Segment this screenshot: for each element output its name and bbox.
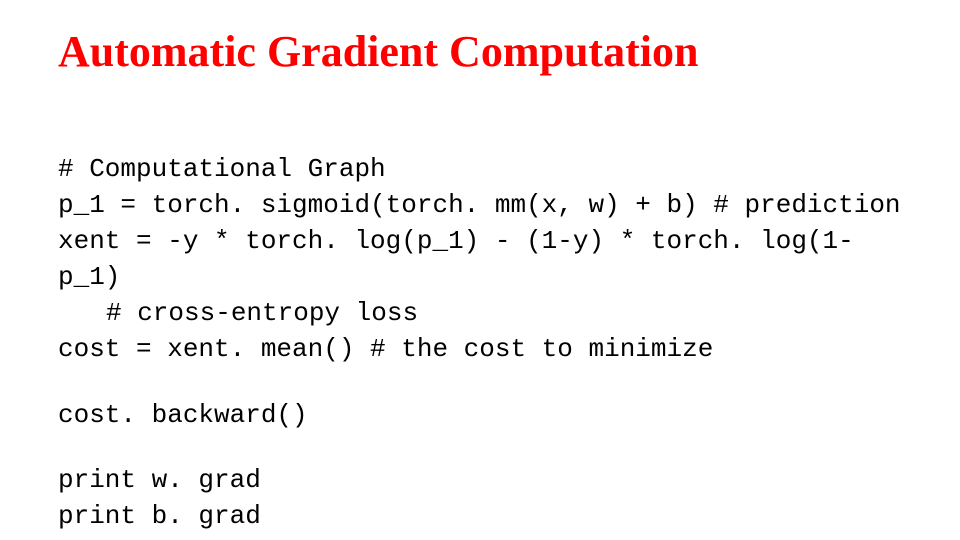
code-line-comment: # Computational Graph [58,154,386,184]
code-line: cost = xent. mean() # the cost to minimi… [58,334,713,364]
slide-title: Automatic Gradient Computation [58,28,910,76]
slide: Automatic Gradient Computation # Computa… [0,0,960,540]
code-line: xent = -y * torch. log(p_1) - (1-y) * to… [58,226,854,292]
code-line: print w. grad [58,465,261,495]
code-block: # Computational Graph p_1 = torch. sigmo… [58,116,910,535]
code-spacer [58,368,910,398]
code-line: print b. grad [58,501,261,531]
code-line-cont: # cross-entropy loss [58,298,418,328]
code-line: cost. backward() [58,400,308,430]
code-spacer [58,433,910,463]
code-line: p_1 = torch. sigmoid(torch. mm(x, w) + b… [58,190,901,220]
